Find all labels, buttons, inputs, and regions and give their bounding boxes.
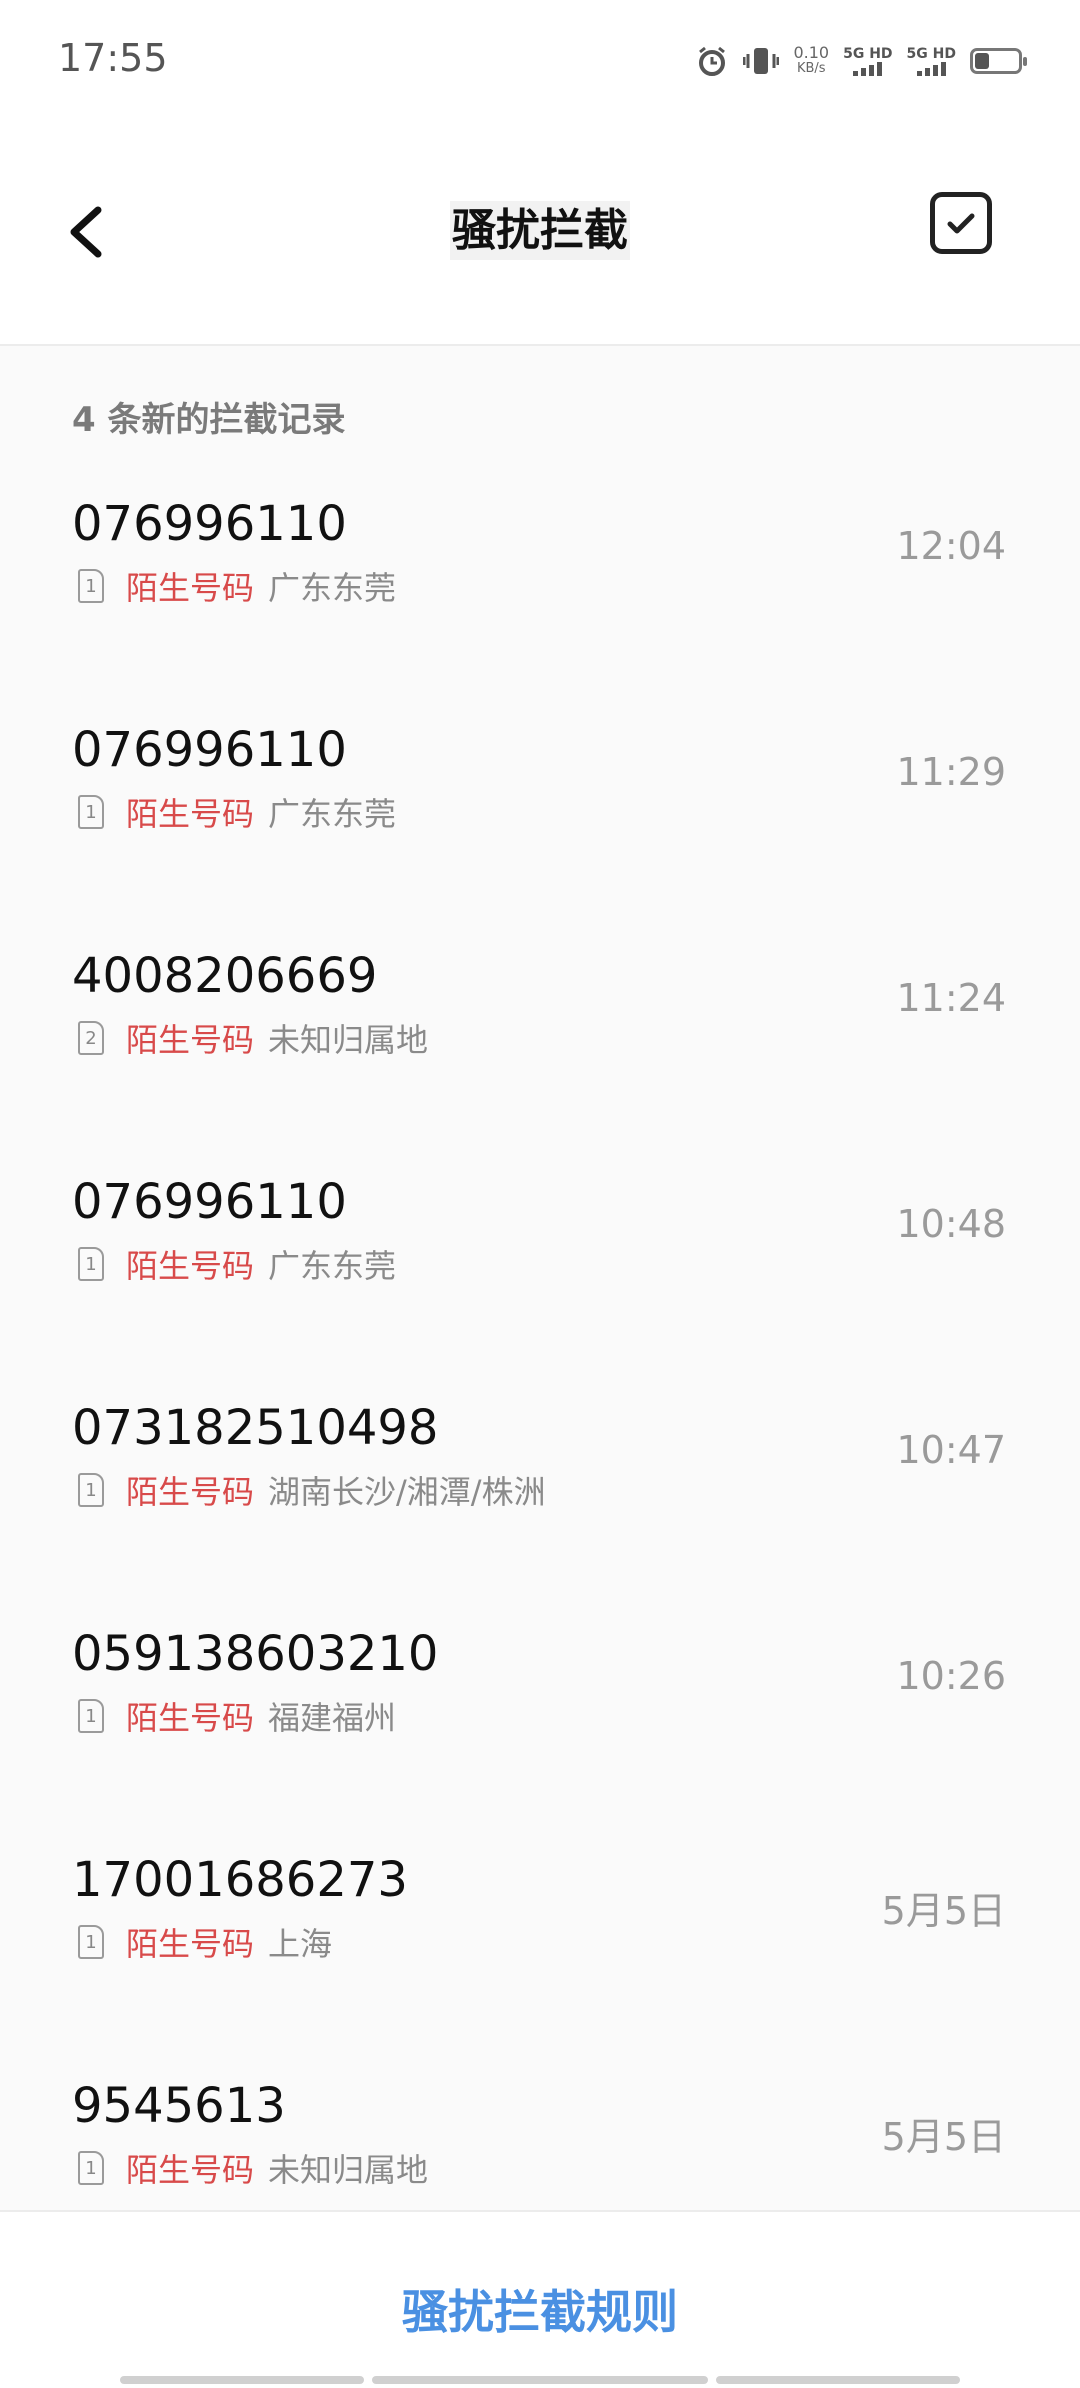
phone-number: 073182510498 bbox=[72, 1400, 439, 1456]
sim-card-icon: 1 bbox=[78, 795, 104, 829]
sim-card-icon: 2 bbox=[78, 1021, 104, 1055]
phone-number: 076996110 bbox=[72, 1174, 347, 1230]
location: 上海 bbox=[268, 1925, 333, 1963]
sim-card-icon: 1 bbox=[78, 2151, 104, 2185]
location: 未知归属地 bbox=[268, 1021, 429, 1059]
record-detail: 1 陌生号码 湖南长沙/湘潭/株洲 bbox=[78, 1470, 546, 1511]
record-time: 10:48 bbox=[896, 1202, 1006, 1246]
phone-number: 076996110 bbox=[72, 496, 347, 552]
phone-number: 9545613 bbox=[72, 2078, 286, 2134]
record-detail: 1 陌生号码 广东东莞 bbox=[78, 566, 397, 607]
record-time: 5月5日 bbox=[881, 1889, 1006, 1933]
phone-number: 059138603210 bbox=[72, 1626, 439, 1682]
stranger-tag: 陌生号码 bbox=[126, 569, 255, 607]
stranger-tag: 陌生号码 bbox=[126, 1925, 255, 1963]
network-speed: 0.10 KB/s bbox=[793, 45, 829, 77]
location: 福建福州 bbox=[268, 1699, 397, 1737]
sim-card-icon: 1 bbox=[78, 1247, 104, 1281]
vibrate-icon bbox=[743, 48, 780, 74]
network-speed-value: 0.10 bbox=[793, 43, 830, 62]
gesture-navigation-bar[interactable] bbox=[120, 2376, 960, 2384]
status-bar: 17:55 0.10 KB/s 5G HD 5G HD bbox=[0, 0, 1080, 110]
sim2-signal: 5G HD bbox=[907, 46, 956, 76]
record-detail: 1 陌生号码 广东东莞 bbox=[78, 792, 397, 833]
app-header: 骚扰拦截 bbox=[0, 110, 1080, 346]
multi-select-button[interactable] bbox=[930, 192, 992, 254]
list-item[interactable]: 9545613 1 陌生号码 未知归属地 5月5日 bbox=[0, 2078, 1080, 2210]
list-item[interactable]: 076996110 1 陌生号码 广东东莞 12:04 bbox=[0, 496, 1080, 722]
list-item[interactable]: 076996110 1 陌生号码 广东东莞 11:29 bbox=[0, 722, 1080, 948]
sim-card-icon: 1 bbox=[78, 1925, 104, 1959]
list-item[interactable]: 059138603210 1 陌生号码 福建福州 10:26 bbox=[0, 1626, 1080, 1852]
phone-number: 4008206669 bbox=[72, 948, 378, 1004]
record-detail: 1 陌生号码 未知归属地 bbox=[78, 2148, 429, 2189]
bottom-bar: 骚扰拦截规则 bbox=[0, 2210, 1080, 2388]
location: 湖南长沙/湘潭/株洲 bbox=[268, 1473, 546, 1511]
stranger-tag: 陌生号码 bbox=[126, 1699, 255, 1737]
status-icons: 0.10 KB/s 5G HD 5G HD bbox=[695, 38, 1027, 84]
list-item[interactable]: 17001686273 1 陌生号码 上海 5月5日 bbox=[0, 1852, 1080, 2078]
record-time: 10:47 bbox=[896, 1428, 1006, 1472]
record-detail: 2 陌生号码 未知归属地 bbox=[78, 1018, 429, 1059]
record-detail: 1 陌生号码 广东东莞 bbox=[78, 1244, 397, 1285]
sim-card-icon: 1 bbox=[78, 1699, 104, 1733]
location: 未知归属地 bbox=[268, 2151, 429, 2189]
sim2-label: 5G HD bbox=[906, 46, 956, 62]
record-time: 11:24 bbox=[896, 976, 1006, 1020]
alarm-icon bbox=[699, 46, 726, 76]
list-item[interactable]: 073182510498 1 陌生号码 湖南长沙/湘潭/株洲 10:47 bbox=[0, 1400, 1080, 1626]
signal-icon bbox=[853, 62, 883, 76]
sim-card-icon: 1 bbox=[78, 569, 104, 603]
sim1-signal: 5G HD bbox=[843, 46, 893, 76]
list-item[interactable]: 4008206669 2 陌生号码 未知归属地 11:24 bbox=[0, 948, 1080, 1174]
page-title-text: 骚扰拦截 bbox=[450, 201, 630, 260]
page-title: 骚扰拦截 bbox=[0, 194, 1080, 260]
sim1-label: 5G HD bbox=[843, 46, 893, 62]
blocked-call-list[interactable]: 4 条新的拦截记录 076996110 1 陌生号码 广东东莞 12:04 07… bbox=[0, 346, 1080, 2210]
record-time: 10:26 bbox=[896, 1654, 1006, 1698]
location: 广东东莞 bbox=[268, 795, 397, 833]
sim-card-icon: 1 bbox=[78, 1473, 104, 1507]
block-rules-button[interactable]: 骚扰拦截规则 bbox=[0, 2276, 1080, 2342]
battery-icon bbox=[970, 48, 1027, 74]
signal-icon bbox=[916, 62, 946, 76]
location: 广东东莞 bbox=[268, 569, 397, 607]
stranger-tag: 陌生号码 bbox=[126, 1473, 255, 1511]
record-detail: 1 陌生号码 福建福州 bbox=[78, 1696, 397, 1737]
stranger-tag: 陌生号码 bbox=[126, 1247, 255, 1285]
location: 广东东莞 bbox=[268, 1247, 397, 1285]
network-speed-unit: KB/s bbox=[796, 61, 826, 76]
phone-number: 076996110 bbox=[72, 722, 347, 778]
stranger-tag: 陌生号码 bbox=[126, 795, 255, 833]
section-title: 4 条新的拦截记录 bbox=[72, 400, 346, 440]
phone-number: 17001686273 bbox=[72, 1852, 408, 1908]
list-item[interactable]: 076996110 1 陌生号码 广东东莞 10:48 bbox=[0, 1174, 1080, 1400]
record-time: 11:29 bbox=[896, 750, 1006, 794]
status-time: 17:55 bbox=[58, 36, 168, 80]
record-time: 12:04 bbox=[896, 524, 1006, 568]
stranger-tag: 陌生号码 bbox=[126, 2151, 255, 2189]
stranger-tag: 陌生号码 bbox=[126, 1021, 255, 1059]
record-time: 5月5日 bbox=[881, 2115, 1006, 2159]
record-detail: 1 陌生号码 上海 bbox=[78, 1922, 333, 1963]
checkbox-icon bbox=[947, 213, 975, 234]
